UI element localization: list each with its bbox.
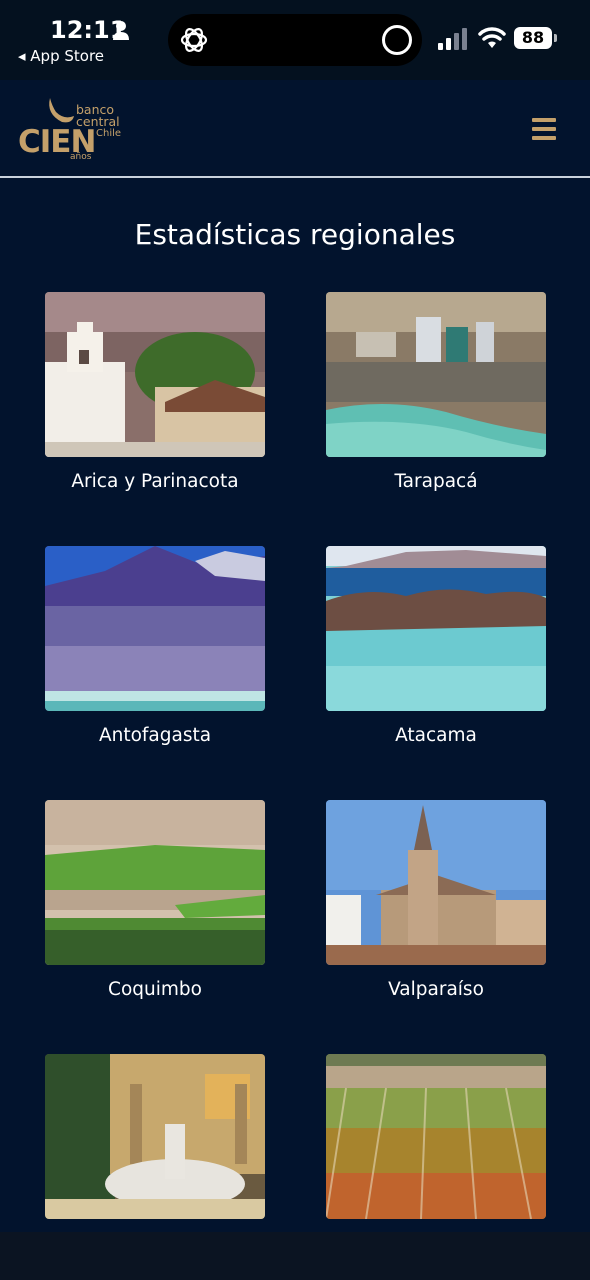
region-card-valparaiso[interactable]: Valparaíso	[326, 800, 546, 1000]
region-image-fountain[interactable]	[45, 1054, 265, 1219]
region-image-antofagasta[interactable]	[45, 546, 265, 711]
cellular-signal-icon	[438, 28, 467, 50]
banco-central-logo[interactable]: banco central Chile CIEN años	[18, 96, 138, 166]
person-icon	[113, 21, 129, 40]
region-image-atacama[interactable]	[326, 546, 546, 711]
battery-level: 88	[514, 27, 552, 49]
bottom-bar	[0, 1232, 590, 1280]
region-label: Valparaíso	[388, 979, 484, 1000]
region-card-antofagasta[interactable]: Antofagasta	[45, 546, 265, 746]
recording-ring-icon	[382, 25, 412, 55]
region-card-atacama[interactable]: Atacama	[326, 546, 546, 746]
region-image-vineyard[interactable]	[326, 1054, 546, 1219]
page-title: Estadísticas regionales	[134, 218, 456, 251]
dynamic-island	[168, 14, 422, 66]
region-image-valparaiso[interactable]	[326, 800, 546, 965]
logo-chile: Chile	[96, 128, 122, 139]
region-card-vineyard[interactable]	[326, 1054, 546, 1233]
region-image-arica[interactable]	[45, 292, 265, 457]
region-label: Arica y Parinacota	[71, 471, 239, 492]
wifi-icon	[478, 27, 506, 48]
region-label: Tarapacá	[394, 471, 478, 492]
region-label: Atacama	[395, 725, 477, 746]
region-image-coquimbo[interactable]	[45, 800, 265, 965]
hamburger-menu-icon[interactable]	[532, 118, 556, 140]
region-label: Antofagasta	[98, 725, 212, 746]
region-card-tarapaca[interactable]: Tarapacá	[326, 292, 546, 492]
region-card-arica[interactable]: Arica y Parinacota	[45, 292, 265, 492]
battery-indicator: 88	[514, 27, 558, 51]
site-header: banco central Chile CIEN años	[0, 80, 590, 178]
region-card-santiago[interactable]	[45, 1054, 265, 1233]
status-bar: 12:11 ◂ App Store 88	[0, 0, 590, 80]
region-image-tarapaca[interactable]	[326, 292, 546, 457]
back-to-app-store-link[interactable]: ◂ App Store	[18, 47, 104, 65]
logo-swoosh-icon	[49, 98, 74, 123]
region-card-coquimbo[interactable]: Coquimbo	[45, 800, 265, 1000]
region-label: Coquimbo	[108, 979, 202, 1000]
chatgpt-icon	[180, 28, 208, 52]
logo-anos: años	[70, 152, 92, 162]
